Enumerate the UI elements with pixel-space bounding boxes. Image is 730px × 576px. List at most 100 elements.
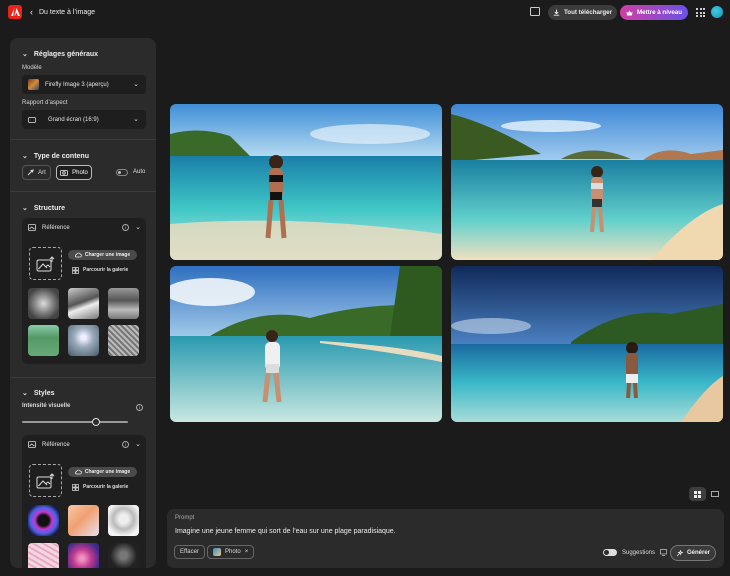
generated-image[interactable] [451,266,723,422]
aspect-ratio-value: Grand écran (16:9) [48,116,99,123]
style-thumbnail[interactable] [68,505,99,536]
aspect-ratio-select[interactable]: Grand écran (16:9) ⌄ [22,110,146,129]
feedback-icon[interactable] [530,7,540,16]
visual-intensity-slider[interactable] [22,421,128,423]
styles-reference-box: Référence i ⌄ Charger une image Parcouri… [22,435,146,568]
cloud-upload-icon [74,252,82,258]
gallery-icon [72,266,79,274]
adobe-logo-icon[interactable] [8,5,22,19]
styles-browse-button[interactable]: Parcourir la galerie [72,482,128,492]
styles-title: Styles [33,389,55,397]
structure-thumbnail[interactable] [68,288,99,319]
upgrade-button[interactable]: Mettre à niveau [620,5,688,20]
structure-header[interactable]: ⌄ Structure [22,204,65,213]
suggestions-toggle[interactable]: Suggestions [603,549,667,556]
structure-browse-button[interactable]: Parcourir la galerie [72,265,128,275]
chevron-down-icon: ⌄ [22,390,28,397]
divider [10,139,156,140]
widescreen-icon [28,116,36,123]
style-thumbnail[interactable] [108,543,139,568]
settings-panel: ⌄ Réglages généraux Modèle Firefly Image… [10,38,156,568]
style-thumbnail[interactable] [28,505,59,536]
structure-title: Structure [33,204,65,212]
generated-image[interactable] [451,104,723,260]
structure-thumbnail[interactable] [28,325,59,356]
brush-icon [27,169,35,176]
chip-label: Photo [225,549,241,555]
prompt-input[interactable]: Imagine une jeune femme qui sort de l’ea… [175,528,396,535]
structure-reference-header[interactable]: Référence [28,224,70,231]
back-label: Du texte à l’image [39,8,96,16]
divider [10,377,156,378]
content-type-header[interactable]: ⌄ Type de contenu [22,152,89,161]
prompt-label: Prompt [175,515,195,521]
apps-grid-icon[interactable] [696,8,705,17]
structure-upload-tile[interactable] [29,247,62,280]
structure-reference-title: Référence [42,224,70,231]
chevron-down-icon: ⌄ [22,205,28,212]
content-type-title: Type de contenu [33,152,89,160]
structure-thumbnail[interactable] [28,288,59,319]
structure-browse-label: Parcourir la galerie [83,267,129,273]
visual-intensity-label: Intensité visuelle [22,403,71,409]
back-button[interactable]: ‹ Du texte à l’image [30,4,95,20]
close-icon[interactable]: × [245,549,249,555]
aspect-ratio-label: Rapport d’aspect [22,100,68,106]
style-thumbnail[interactable] [28,543,59,568]
auto-label: Auto [133,169,146,175]
generate-button[interactable]: Générer [670,545,716,561]
avatar[interactable] [711,6,723,18]
structure-thumbnail[interactable] [108,325,139,356]
info-icon[interactable]: i [122,441,129,448]
suggestions-label: Suggestions [622,549,656,556]
styles-header[interactable]: ⌄ Styles [22,389,55,398]
styles-upload-button[interactable]: Charger une image [68,467,137,477]
top-bar: ‹ Du texte à l’image Tout télécharger Me… [0,0,730,26]
prompt-box: Prompt Imagine une jeune femme qui sort … [167,509,724,568]
reference-icon [28,441,36,448]
download-icon [553,9,560,16]
generate-label: Générer [686,550,710,556]
styles-upload-tile[interactable] [29,464,62,497]
generated-image[interactable] [170,266,442,422]
suggestions-icon [660,549,667,556]
art-label: Art [38,169,46,176]
clear-label: Effacer [180,549,199,555]
grid-view-icon[interactable] [689,487,706,501]
cloud-upload-icon [74,469,82,475]
info-icon[interactable]: i [122,224,129,231]
structure-upload-button[interactable]: Charger une image [68,250,137,260]
chevron-down-icon[interactable]: ⌄ [135,440,141,448]
reference-icon [28,224,36,231]
structure-thumbnail[interactable] [68,325,99,356]
structure-reference-box: Référence i ⌄ Charger une image Parcouri… [22,218,146,364]
image-upload-icon [36,472,54,488]
toggle-switch[interactable] [603,549,617,556]
generated-image[interactable] [170,104,442,260]
styles-reference-header[interactable]: Référence [28,441,70,448]
auto-toggle[interactable] [116,169,128,176]
gallery-icon [72,483,79,491]
chevron-down-icon: ⌄ [22,51,28,58]
divider [10,191,156,192]
chevron-down-icon: ⌄ [133,81,139,88]
style-thumbnail[interactable] [108,505,139,536]
clear-button[interactable]: Effacer [174,545,205,559]
model-select[interactable]: Firefly Image 3 (aperçu) ⌄ [22,75,146,94]
visual-intensity-slider-thumb[interactable] [92,418,101,426]
content-type-chip: Photo × [207,545,255,559]
structure-thumbnail[interactable] [108,288,139,319]
content-type-photo-button[interactable]: Photo [56,165,92,180]
chevron-down-icon[interactable]: ⌄ [135,223,141,231]
chip-thumbnail [213,548,221,556]
upgrade-label: Mettre à niveau [636,9,683,16]
chevron-down-icon: ⌄ [133,116,139,123]
general-settings-header[interactable]: ⌄ Réglages généraux [22,50,99,59]
content-type-art-button[interactable]: Art [22,165,51,180]
single-view-icon[interactable] [706,487,723,501]
info-icon[interactable]: i [136,404,143,411]
general-settings-title: Réglages généraux [33,50,99,58]
model-label: Modèle [22,65,42,71]
download-all-button[interactable]: Tout télécharger [548,5,617,20]
style-thumbnail[interactable] [68,543,99,568]
